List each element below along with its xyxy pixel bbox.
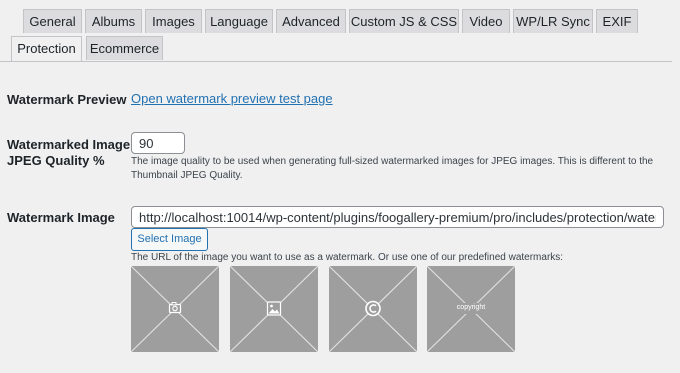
copyright-text-label: copyright bbox=[456, 304, 486, 311]
image-icon bbox=[266, 301, 282, 316]
tab-exif[interactable]: EXIF bbox=[596, 9, 638, 33]
tab-custom-js-css[interactable]: Custom JS & CSS bbox=[349, 9, 459, 33]
jpeg-quality-input[interactable] bbox=[131, 132, 185, 154]
predefined-watermark-copyright-symbol[interactable] bbox=[329, 266, 417, 352]
camera-icon bbox=[168, 302, 182, 314]
predefined-watermark-copyright-text[interactable]: copyright bbox=[427, 266, 515, 352]
watermark-url-input[interactable] bbox=[131, 206, 664, 228]
select-image-button[interactable]: Select Image bbox=[131, 228, 208, 251]
tab-divider bbox=[0, 61, 672, 62]
tab-ecommerce[interactable]: Ecommerce bbox=[86, 36, 163, 60]
copyright-symbol-icon bbox=[365, 300, 381, 317]
jpeg-quality-label-line1: Watermarked Image bbox=[7, 137, 131, 152]
tab-video[interactable]: Video bbox=[462, 9, 510, 33]
tab-general[interactable]: General bbox=[23, 9, 82, 33]
watermark-image-description: The URL of the image you want to use as … bbox=[131, 252, 564, 263]
watermark-preview-link[interactable]: Open watermark preview test page bbox=[131, 91, 333, 106]
predefined-watermark-camera[interactable] bbox=[131, 266, 219, 352]
tab-protection[interactable]: Protection bbox=[11, 36, 82, 62]
predefined-watermark-image[interactable] bbox=[230, 266, 318, 352]
tab-language[interactable]: Language bbox=[205, 9, 273, 33]
jpeg-quality-description-line2: Thumbnail JPEG Quality. bbox=[131, 170, 243, 181]
tab-advanced[interactable]: Advanced bbox=[276, 9, 346, 33]
watermark-image-label: Watermark Image bbox=[7, 210, 115, 225]
tab-wp-lr-sync[interactable]: WP/LR Sync bbox=[513, 9, 593, 33]
watermark-preview-label: Watermark Preview bbox=[7, 92, 127, 107]
tab-albums[interactable]: Albums bbox=[85, 9, 142, 33]
jpeg-quality-label-line2: JPEG Quality % bbox=[7, 153, 105, 168]
jpeg-quality-description-line1: The image quality to be used when genera… bbox=[131, 156, 654, 167]
tab-images[interactable]: Images bbox=[145, 9, 202, 33]
